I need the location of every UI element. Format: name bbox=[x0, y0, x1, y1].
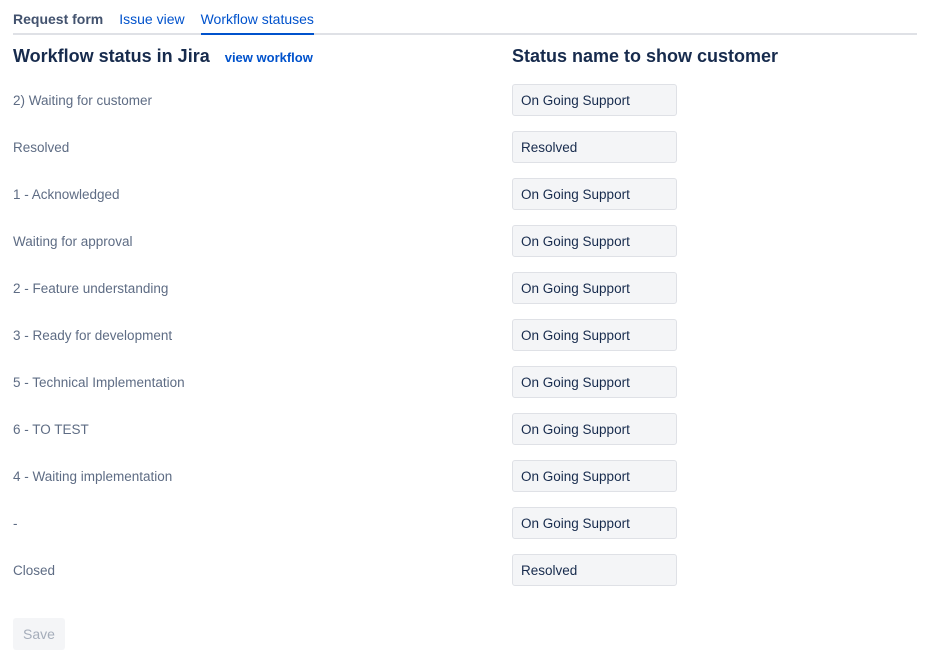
jira-status-label: Waiting for approval bbox=[13, 234, 133, 249]
jira-status-label: 1 - Acknowledged bbox=[13, 187, 120, 202]
jira-status-label: 2 - Feature understanding bbox=[13, 281, 169, 296]
status-row: 2 - Feature understanding bbox=[0, 272, 949, 319]
status-row: - bbox=[0, 507, 949, 554]
status-row: 2) Waiting for customer bbox=[0, 84, 949, 131]
jira-status-label: Closed bbox=[13, 563, 56, 578]
status-row: 1 - Acknowledged bbox=[0, 178, 949, 225]
left-heading-group: Workflow status in Jira view workflow bbox=[13, 44, 313, 68]
jira-status-label: Resolved bbox=[13, 140, 70, 155]
status-row: Waiting for approval bbox=[0, 225, 949, 272]
status-row: 4 - Waiting implementation bbox=[0, 460, 949, 507]
customer-status-input[interactable] bbox=[512, 460, 677, 492]
customer-status-input[interactable] bbox=[512, 319, 677, 351]
status-row: Closed bbox=[0, 554, 949, 601]
customer-status-input[interactable] bbox=[512, 272, 677, 304]
status-row: 5 - Technical Implementation bbox=[0, 366, 949, 413]
customer-status-input[interactable] bbox=[512, 225, 677, 257]
jira-status-label: 3 - Ready for development bbox=[13, 328, 173, 343]
view-workflow-link[interactable]: view workflow bbox=[225, 50, 313, 65]
status-row: 6 - TO TEST bbox=[0, 413, 949, 460]
customer-status-input[interactable] bbox=[512, 554, 677, 586]
jira-status-label: - bbox=[13, 516, 18, 531]
tab-workflow-statuses[interactable]: Workflow statuses bbox=[200, 0, 314, 35]
jira-status-label: 6 - TO TEST bbox=[13, 422, 89, 437]
status-mapping-list: 2) Waiting for customer Resolved 1 - Ack… bbox=[0, 84, 949, 601]
jira-status-label: 5 - Technical Implementation bbox=[13, 375, 185, 390]
customer-status-input[interactable] bbox=[512, 507, 677, 539]
right-heading-group: Status name to show customer bbox=[512, 44, 778, 68]
customer-status-input[interactable] bbox=[512, 131, 677, 163]
customer-status-heading: Status name to show customer bbox=[512, 46, 779, 66]
tab-issue-view[interactable]: Issue view bbox=[119, 0, 184, 35]
workflow-status-heading: Workflow status in Jira bbox=[13, 46, 210, 66]
jira-status-label: 4 - Waiting implementation bbox=[13, 469, 173, 484]
customer-status-input[interactable] bbox=[512, 84, 677, 116]
customer-status-input[interactable] bbox=[512, 413, 677, 445]
workflow-statuses-page: Request form Issue view Workflow statuse… bbox=[0, 0, 949, 672]
tab-request-form[interactable]: Request form bbox=[13, 0, 103, 35]
customer-status-input[interactable] bbox=[512, 178, 677, 210]
customer-status-input[interactable] bbox=[512, 366, 677, 398]
save-button[interactable]: Save bbox=[13, 618, 65, 650]
jira-status-label: 2) Waiting for customer bbox=[13, 93, 153, 108]
status-row: Resolved bbox=[0, 131, 949, 178]
tab-bar: Request form Issue view Workflow statuse… bbox=[13, 0, 917, 35]
status-row: 3 - Ready for development bbox=[0, 319, 949, 366]
